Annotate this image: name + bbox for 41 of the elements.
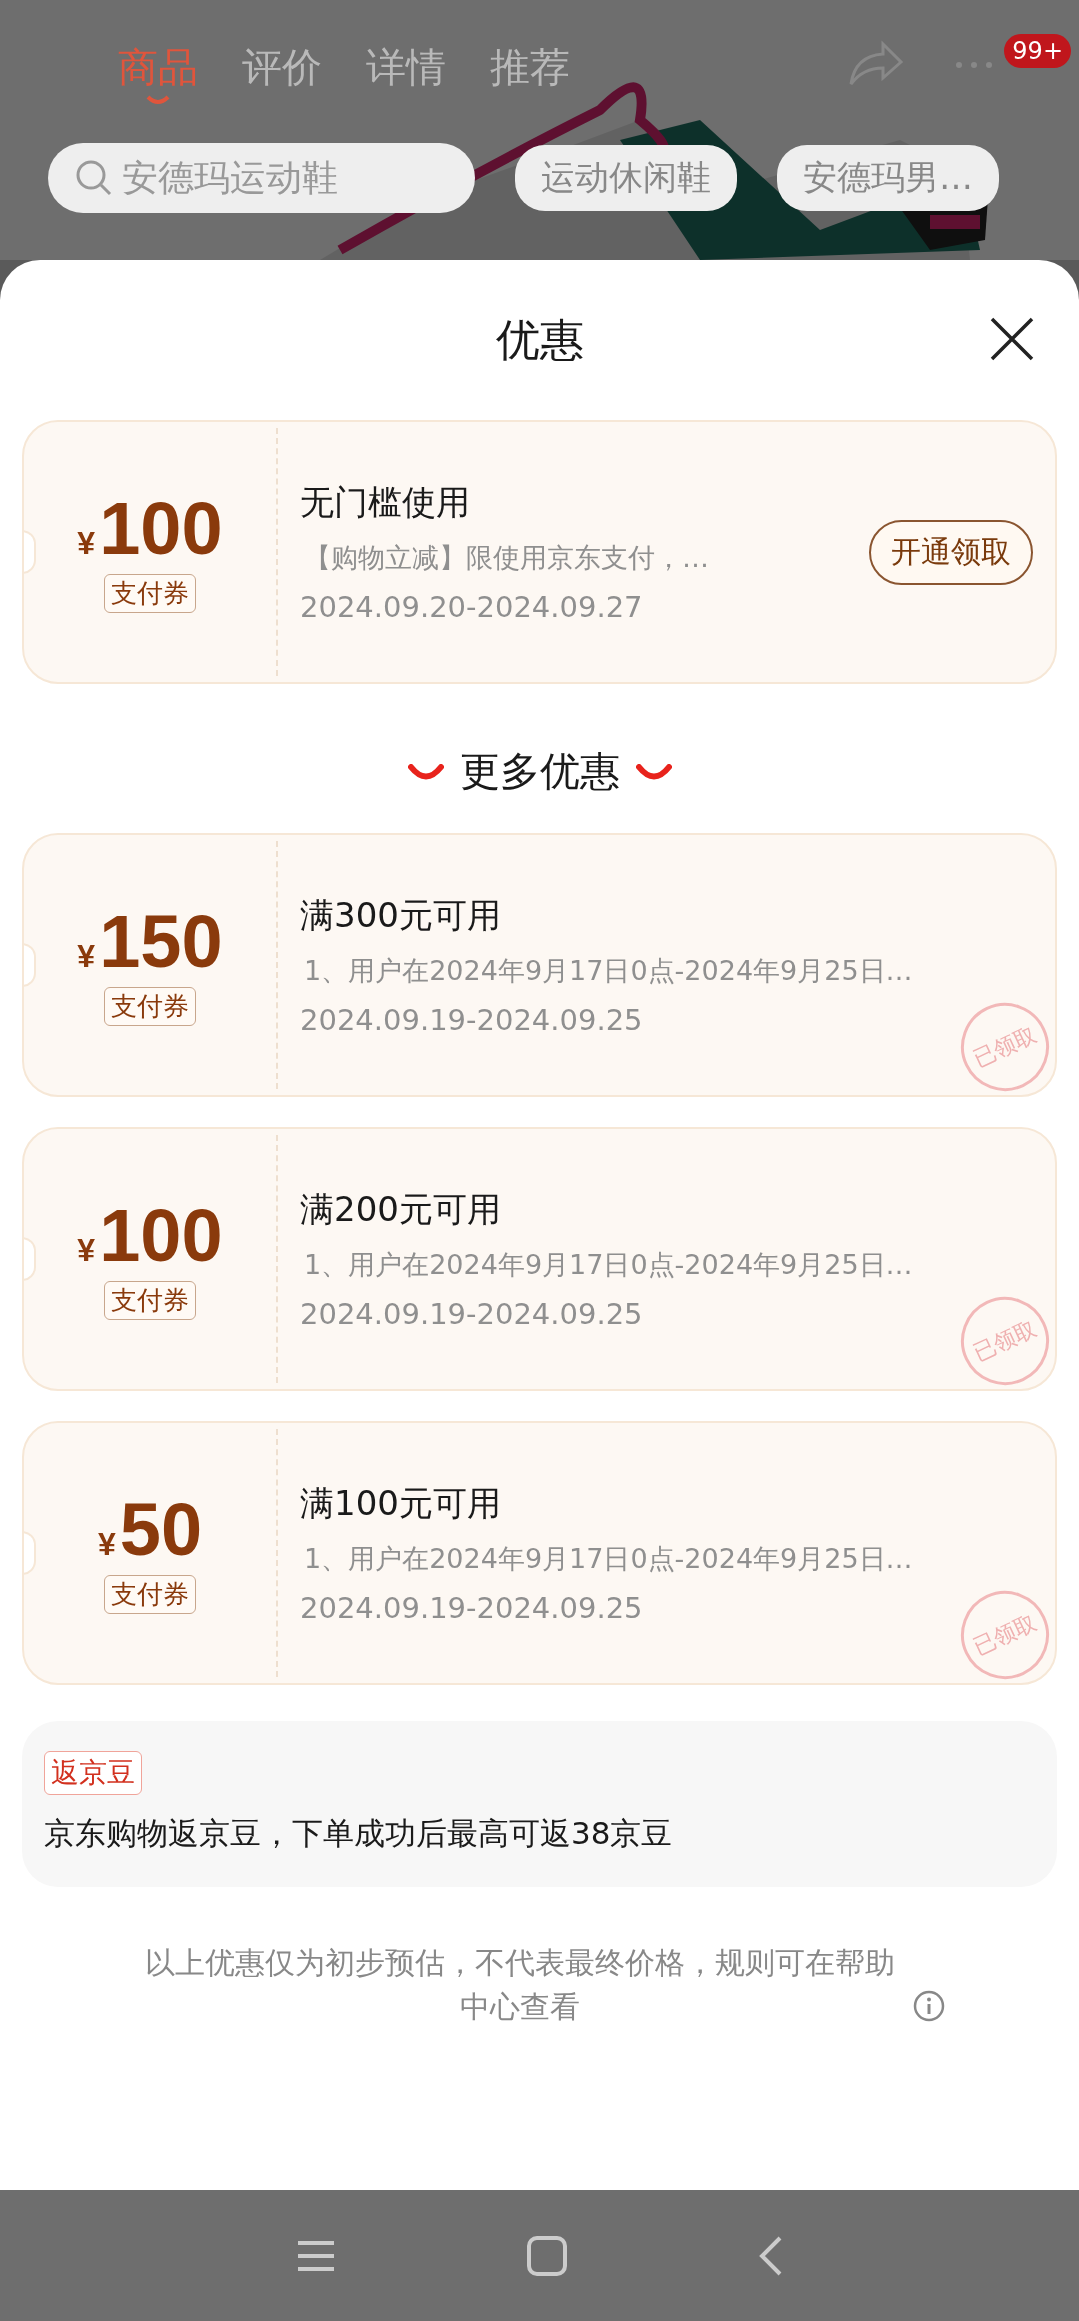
- sheet-title: 优惠: [495, 312, 584, 367]
- coupon-title: 无门槛使用: [300, 481, 471, 525]
- info-icon[interactable]: [912, 1990, 945, 2022]
- close-icon: [989, 316, 1035, 362]
- disclaimer-text: 以上优惠仅为初步预估，不代表最终价格，规则可在帮助中心查看: [143, 1944, 896, 2026]
- coupon-amount: ¥100: [77, 491, 223, 566]
- coupon-dates: 2024.09.20-2024.09.27: [300, 589, 644, 624]
- section-title: 更多优惠: [459, 747, 620, 796]
- coupon-amount: ¥150: [77, 904, 223, 979]
- coupon-dates: 2024.09.19-2024.09.25: [300, 1002, 644, 1037]
- coupon-description: 【购物立减】限使用京东支付，…: [303, 541, 710, 576]
- search-chip[interactable]: 运动休闲鞋: [515, 145, 737, 211]
- claim-button[interactable]: 开通领取: [869, 520, 1033, 585]
- coupon-title: 满100元可用: [300, 1482, 502, 1526]
- coupon-amount: ¥100: [77, 1198, 223, 1273]
- coupon-tag: 支付券: [104, 1280, 196, 1320]
- coupon-description: 1、用户在2024年9月17日0点-2024年9月25日…: [303, 954, 914, 989]
- beans-text: 京东购物返京豆，下单成功后最高可返38京豆: [44, 1814, 673, 1853]
- smile-icon: [635, 763, 672, 780]
- coupon-description: 1、用户在2024年9月17日0点-2024年9月25日…: [303, 1542, 914, 1577]
- nav-tab[interactable]: 详情: [366, 40, 446, 95]
- search-icon: [74, 158, 114, 198]
- home-icon[interactable]: [524, 2233, 569, 2278]
- coupon-tag: 支付券: [104, 1574, 196, 1614]
- coupon-title: 满200元可用: [300, 1188, 502, 1232]
- smile-icon: [407, 763, 444, 780]
- coupon-tag: 支付券: [104, 573, 196, 613]
- coupon-dates: 2024.09.19-2024.09.25: [300, 1590, 644, 1625]
- nav-tab[interactable]: 商品: [118, 40, 198, 105]
- search-field[interactable]: 安德玛运动鞋: [48, 143, 475, 213]
- beans-tag: 返京豆: [44, 1751, 142, 1795]
- coupon-dates: 2024.09.19-2024.09.25: [300, 1296, 644, 1331]
- smile-icon: [146, 95, 170, 105]
- count-badge: 99+: [1004, 34, 1071, 68]
- coupon-description: 1、用户在2024年9月17日0点-2024年9月25日…: [303, 1248, 914, 1283]
- coupon-tag: 支付券: [104, 986, 196, 1026]
- coupon-title: 满300元可用: [300, 894, 502, 938]
- nav-tab[interactable]: 评价: [242, 40, 322, 95]
- coupon-amount: ¥50: [97, 1492, 203, 1567]
- search-chip[interactable]: 安德玛男…: [777, 145, 999, 211]
- nav-tab[interactable]: 推荐: [490, 40, 570, 95]
